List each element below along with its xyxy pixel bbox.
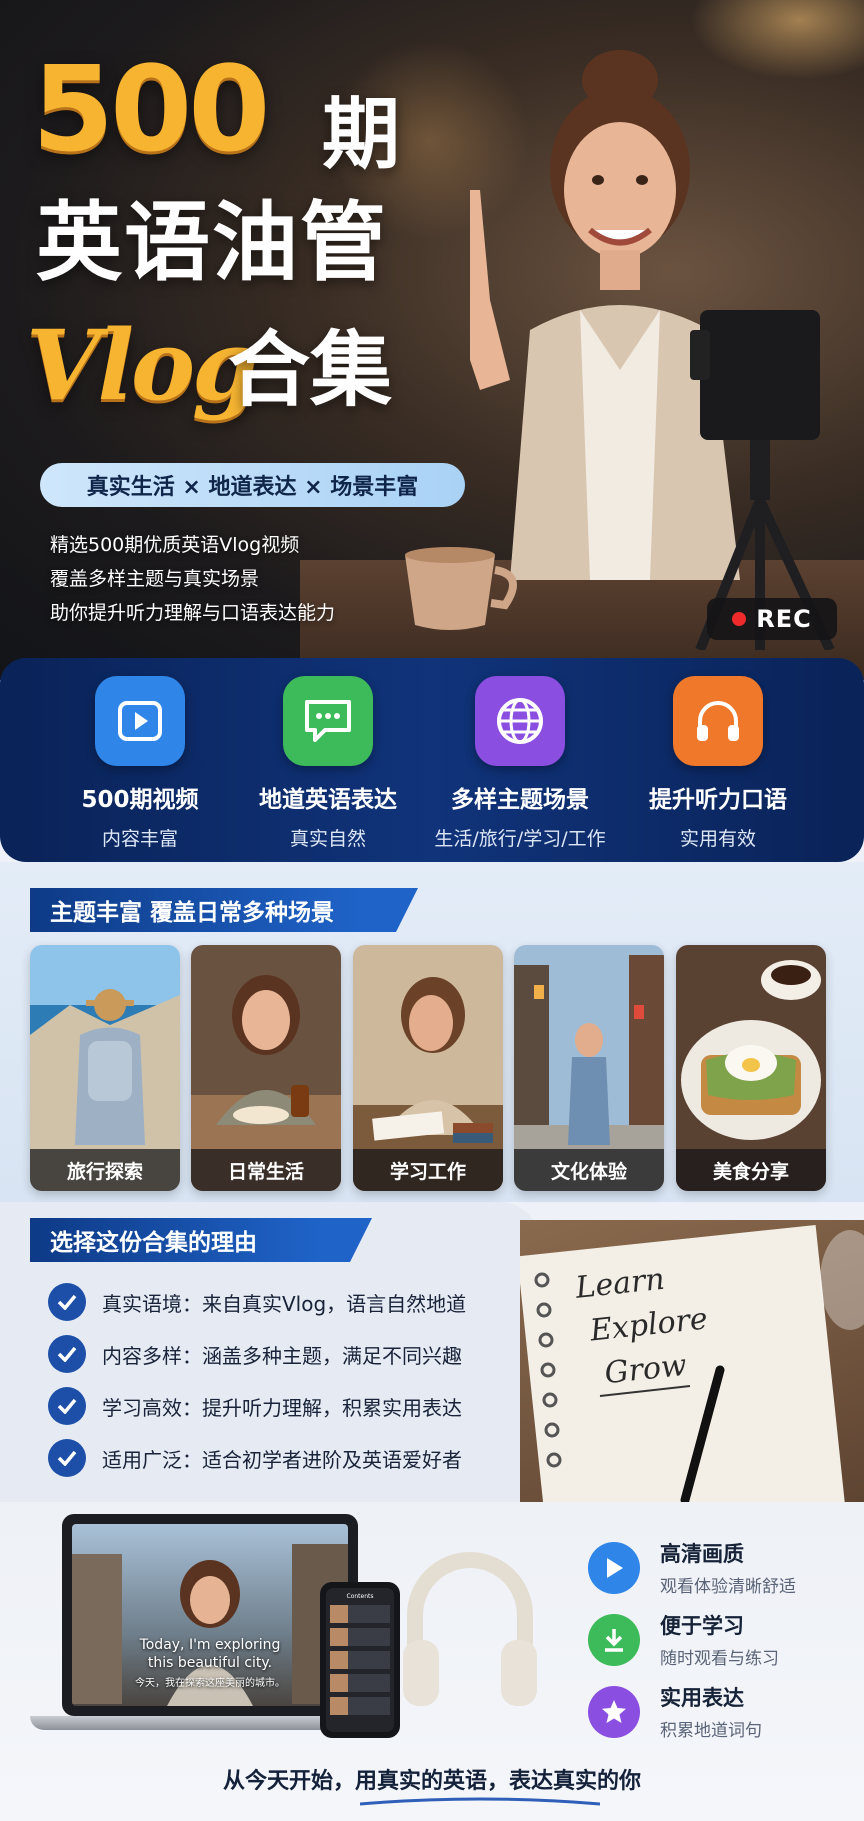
reason-item: 真实语境：来自真实Vlog，语言自然地道 (48, 1283, 466, 1321)
rec-label: REC (756, 605, 812, 633)
title-unit: 期 (322, 90, 401, 180)
theme-card-daily-life: 日常生活 (191, 945, 341, 1191)
title-vlog: Vlog (26, 309, 259, 422)
feature-subtitle: 内容丰富 (101, 828, 178, 850)
theme-card-label: 学习工作 (353, 1149, 503, 1191)
reason-item: 内容多样：涵盖多种主题，满足不同兴趣 (48, 1335, 462, 1373)
checkmark-icon (48, 1387, 86, 1425)
theme-card-label: 日常生活 (191, 1149, 341, 1191)
intro-line: 精选500期优质英语Vlog视频 (50, 534, 300, 556)
headphones-illustration (403, 1552, 537, 1706)
bullet-title: 高清画质 (660, 1542, 744, 1566)
subtitle-zh: 今天，我在探索这座美丽的城市。 (135, 1678, 285, 1689)
star-icon (588, 1685, 640, 1738)
playlist-row[interactable] (330, 1628, 390, 1646)
feature-authentic-english: 地道英语表达 真实自然 (228, 676, 428, 851)
bullet-subtitle: 积累地道词句 (660, 1721, 762, 1741)
title-collection: 合集 (228, 323, 393, 418)
slogan: 从今天开始，用真实的英语，表达真实的你 (222, 1769, 641, 1794)
checkmark-icon (48, 1283, 86, 1321)
feature-subtitle: 真实自然 (289, 828, 366, 850)
record-dot-icon (732, 612, 747, 626)
chat-bubble-icon (283, 676, 373, 766)
underline-swoosh (360, 1797, 600, 1806)
reason-item: 适用广泛：适合初学者进阶及英语爱好者 (48, 1439, 462, 1477)
feature-subtitle: 实用有效 (679, 828, 756, 850)
title-english-youtube: 英语油管 (36, 193, 388, 293)
title-number: 500 (32, 40, 270, 178)
feature-title: 提升听力口语 (649, 787, 787, 813)
intro-line: 覆盖多样主题与真实场景 (50, 568, 260, 590)
reason-text: 学习高效：提升听力理解，积累实用表达 (102, 1395, 462, 1420)
phone-screen: Contents (326, 1588, 394, 1732)
bullet-hd-quality: 高清画质 观看体验清晰舒适 (588, 1538, 796, 1597)
playlist-row[interactable] (330, 1697, 390, 1715)
tagline-pill: 真实生活 × 地道表达 × 场景丰富 (40, 463, 465, 507)
theme-card-study-work: 学习工作 (353, 945, 503, 1191)
globe-icon (475, 676, 565, 766)
notebook-photo: Learn Explore Grow (520, 1220, 864, 1502)
themes-heading: 主题丰富 覆盖日常多种场景 (30, 888, 418, 932)
laptop-mockup: Today, I'm exploring this beautiful city… (62, 1514, 358, 1716)
playlist-row[interactable] (330, 1674, 390, 1692)
playlist-row[interactable] (330, 1651, 390, 1669)
reason-text: 真实语境：来自真实Vlog，语言自然地道 (102, 1291, 467, 1316)
bullet-subtitle: 随时观看与练习 (660, 1649, 779, 1669)
play-icon (95, 676, 185, 766)
feature-videos: 500期视频 内容丰富 (40, 676, 240, 851)
reason-item: 学习高效：提升听力理解，积累实用表达 (48, 1387, 462, 1425)
feature-subtitle: 生活/旅行/学习/工作 (434, 828, 606, 850)
theme-card-label: 美食分享 (676, 1149, 826, 1191)
intro-line: 助你提升听力理解与口语表达能力 (50, 602, 336, 624)
feature-title: 多样主题场景 (451, 787, 589, 813)
hero-intro: 精选500期优质英语Vlog视频 覆盖多样主题与真实场景 助你提升听力理解与口语… (50, 528, 335, 630)
subtitle-en: this beautiful city. (147, 1655, 273, 1671)
download-icon (588, 1613, 640, 1666)
theme-card-label: 文化体验 (514, 1149, 664, 1191)
theme-card-food: 美食分享 (676, 945, 826, 1191)
laptop-screen: Today, I'm exploring this beautiful city… (72, 1524, 348, 1706)
play-circle-icon (588, 1541, 640, 1594)
camera-tripod-illustration (690, 310, 835, 650)
feature-listening-speaking: 提升听力口语 实用有效 (618, 676, 818, 851)
reason-text: 内容多样：涵盖多种主题，满足不同兴趣 (102, 1343, 462, 1368)
checkmark-icon (48, 1335, 86, 1373)
phone-title: Contents (346, 1593, 374, 1600)
theme-card-label: 旅行探索 (30, 1149, 180, 1191)
video-subtitle: Today, I'm exploring this beautiful city… (72, 1636, 348, 1693)
coffee-cup-illustration (405, 547, 517, 630)
theme-card-culture: 文化体验 (514, 945, 664, 1191)
feature-themes: 多样主题场景 生活/旅行/学习/工作 (420, 676, 620, 851)
bullet-practical-expressions: 实用表达 积累地道词句 (588, 1682, 762, 1741)
rec-badge: REC (707, 598, 837, 640)
feature-bar: 500期视频 内容丰富 地道英语表达 真实自然 多样主题场景 生活/旅行/学习/… (0, 658, 864, 862)
playlist-row[interactable] (330, 1605, 390, 1623)
notebook-handwriting: Learn Explore Grow (573, 1254, 714, 1399)
theme-card-travel: 旅行探索 (30, 945, 180, 1191)
reason-text: 适用广泛：适合初学者进阶及英语爱好者 (102, 1447, 462, 1472)
subtitle-en: Today, I'm exploring (139, 1637, 281, 1653)
feature-title: 500期视频 (81, 787, 199, 813)
feature-title: 地道英语表达 (259, 787, 397, 813)
phone-mockup: Contents (320, 1582, 400, 1738)
bullet-easy-learning: 便于学习 随时观看与练习 (588, 1610, 779, 1669)
headphones-icon (673, 676, 763, 766)
bullet-title: 便于学习 (660, 1614, 744, 1638)
checkmark-icon (48, 1439, 86, 1477)
bullet-title: 实用表达 (660, 1686, 744, 1710)
bullet-subtitle: 观看体验清晰舒适 (660, 1577, 796, 1597)
reasons-heading: 选择这份合集的理由 (30, 1218, 372, 1262)
